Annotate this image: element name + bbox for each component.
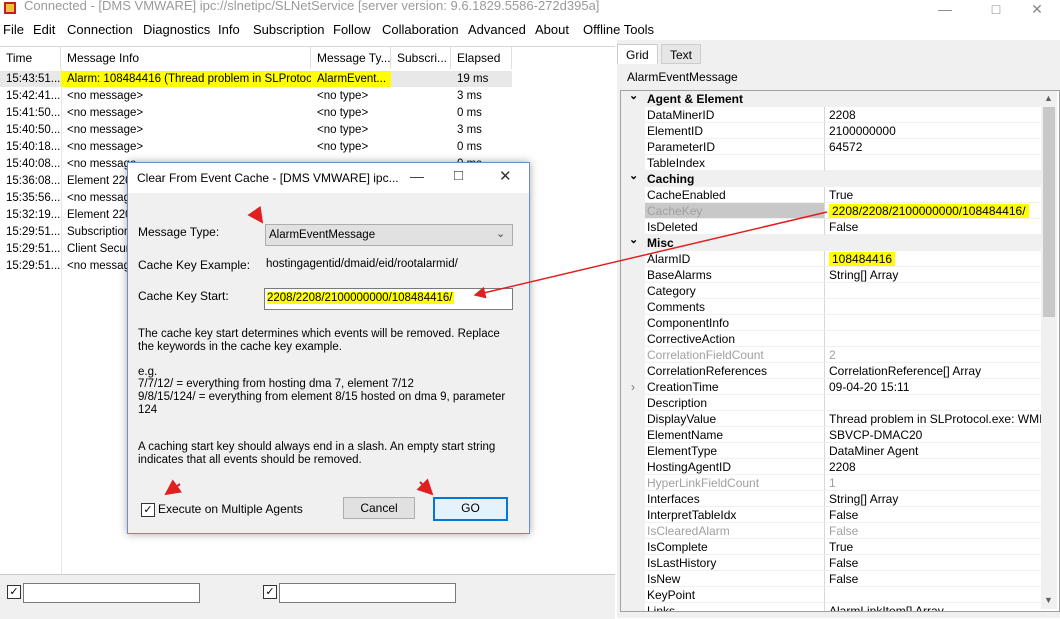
annotation-overlay xyxy=(164,205,828,496)
arrow-go xyxy=(416,478,434,496)
arrow-message-type xyxy=(247,205,264,224)
arrow-multi-agents xyxy=(164,479,183,496)
arrow-cachekey-to-input xyxy=(473,211,828,299)
